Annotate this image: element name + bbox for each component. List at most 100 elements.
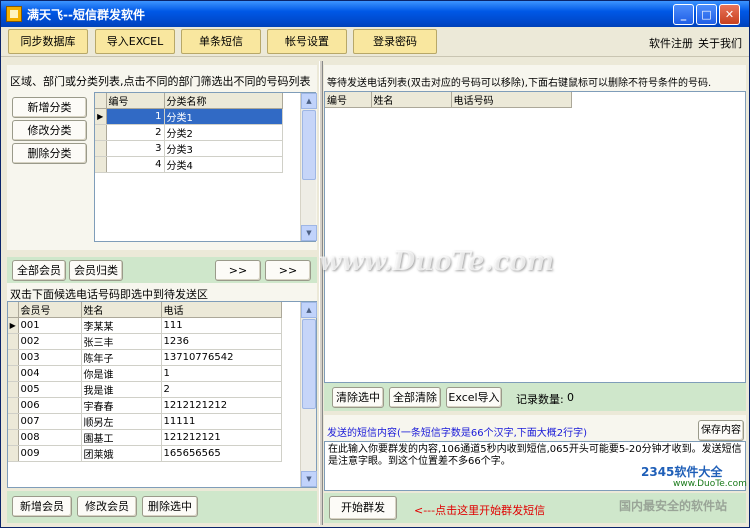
- scroll-up-icon[interactable]: ▲: [301, 93, 317, 109]
- table-row[interactable]: 007 顺另左 11111: [8, 413, 282, 430]
- brand-watermark: 2345软件大全: [641, 465, 723, 479]
- col-category-name[interactable]: 分类名称: [164, 93, 283, 109]
- excel-import-button[interactable]: Excel导入: [446, 387, 502, 408]
- save-content-button[interactable]: 保存内容: [698, 420, 744, 441]
- row-indicator: [95, 140, 107, 157]
- table-row[interactable]: 003 陈年子 13710776542: [8, 349, 282, 366]
- record-count-value: 0: [567, 391, 574, 404]
- start-send-button[interactable]: 开始群发: [329, 496, 397, 520]
- cell-phone: 1: [161, 365, 282, 382]
- row-indicator-header: [95, 93, 107, 109]
- cell-name: 我是谁: [81, 381, 162, 398]
- col-send-id[interactable]: 编号: [325, 92, 372, 108]
- scroll-thumb[interactable]: [302, 110, 316, 180]
- delete-category-button[interactable]: 删除分类: [12, 143, 87, 164]
- send-list-panel: 等待发送电话列表(双击对应的号码可以移除),下面右键鼠标可以删除不符号条件的号码…: [324, 65, 746, 383]
- cell-no: 005: [18, 381, 82, 398]
- col-send-phone[interactable]: 电话号码: [451, 92, 572, 108]
- panel-splitter[interactable]: [319, 61, 323, 525]
- sync-database-button[interactable]: 同步数据库: [8, 29, 88, 54]
- category-panel: 区域、部门或分类列表,点击不同的部门筛选出不同的号码列表 新增分类 修改分类 删…: [7, 65, 317, 250]
- cell-name: 宇春春: [81, 397, 162, 414]
- edit-member-button[interactable]: 修改会员: [77, 496, 137, 517]
- software-register-link[interactable]: 软件注册: [649, 35, 693, 51]
- send-list-grid[interactable]: 编号 姓名 电话号码: [324, 91, 746, 383]
- col-member-name[interactable]: 姓名: [81, 302, 162, 318]
- scroll-down-icon[interactable]: ▼: [301, 225, 317, 241]
- col-member-phone[interactable]: 电话: [161, 302, 282, 318]
- slogan-watermark: 国内最安全的软件站: [619, 499, 728, 513]
- table-row[interactable]: 2 分类2: [95, 124, 283, 141]
- minimize-button[interactable]: _: [673, 4, 694, 25]
- scroll-thumb[interactable]: [302, 319, 316, 409]
- cell-phone: 1212121212: [161, 397, 282, 414]
- clear-all-button[interactable]: 全部清除: [389, 387, 441, 408]
- app-icon: [6, 6, 22, 22]
- row-indicator-header: [8, 302, 19, 318]
- close-button[interactable]: ✕: [719, 4, 740, 25]
- title-bar[interactable]: 满天飞--短信群发软件 _ □ ✕: [1, 1, 749, 27]
- table-row[interactable]: 3 分类3: [95, 140, 283, 157]
- cell-phone: 11111: [161, 413, 282, 430]
- cell-name: 顺另左: [81, 413, 162, 430]
- cell-id: 4: [106, 156, 165, 173]
- cell-name: 園基工: [81, 429, 162, 446]
- row-indicator: [8, 429, 19, 446]
- cell-no: 006: [18, 397, 82, 414]
- category-header: 区域、部门或分类列表,点击不同的部门筛选出不同的号码列表: [10, 75, 311, 88]
- col-category-id[interactable]: 编号: [106, 93, 165, 109]
- login-password-button[interactable]: 登录密码: [353, 29, 437, 54]
- toolbar: 同步数据库 导入EXCEL 单条短信 帐号设置 登录密码 软件注册 关于我们: [1, 27, 749, 57]
- scroll-down-icon[interactable]: ▼: [301, 471, 317, 487]
- add-member-button[interactable]: 新增会员: [12, 496, 72, 517]
- col-send-name[interactable]: 姓名: [371, 92, 452, 108]
- cell-no: 009: [18, 445, 82, 462]
- edit-category-button[interactable]: 修改分类: [12, 120, 87, 141]
- brand-url-watermark: www.DuoTe.com: [673, 479, 747, 489]
- member-category-button[interactable]: 会员归类: [69, 260, 123, 281]
- category-grid[interactable]: 编号 分类名称 ▶ 1 分类1 2 分类2 3 分类3 4 分类4: [94, 92, 316, 242]
- cell-no: 002: [18, 333, 82, 350]
- category-scrollbar[interactable]: ▲ ▼: [300, 93, 317, 241]
- cell-name: 分类1: [164, 108, 283, 125]
- table-row[interactable]: 009 团莱娥 165656565: [8, 445, 282, 462]
- account-settings-button[interactable]: 帐号设置: [267, 29, 347, 54]
- row-indicator: [8, 365, 19, 382]
- row-indicator: [8, 413, 19, 430]
- members-grid[interactable]: 会员号 姓名 电话 ▶ 001 李某某 111 002 张三丰 1236 003 陈年子 13…: [7, 301, 317, 488]
- move-all-button[interactable]: >>: [265, 260, 311, 281]
- table-row[interactable]: ▶ 001 李某某 111: [8, 317, 282, 334]
- members-scrollbar[interactable]: ▲ ▼: [300, 302, 317, 487]
- col-member-no[interactable]: 会员号: [18, 302, 82, 318]
- cell-no: 008: [18, 429, 82, 446]
- cell-no: 003: [18, 349, 82, 366]
- scroll-up-icon[interactable]: ▲: [301, 302, 317, 318]
- member-edit-bar: 新增会员 修改会员 删除选中: [7, 491, 317, 523]
- cell-phone: 165656565: [161, 445, 282, 462]
- cell-name: 李某某: [81, 317, 162, 334]
- cell-name: 你是谁: [81, 365, 162, 382]
- move-selected-button[interactable]: >>: [215, 260, 261, 281]
- table-row[interactable]: 4 分类4: [95, 156, 283, 173]
- table-row[interactable]: 005 我是谁 2: [8, 381, 282, 398]
- import-excel-button[interactable]: 导入EXCEL: [95, 29, 175, 54]
- table-row[interactable]: 006 宇春春 1212121212: [8, 397, 282, 414]
- cell-phone: 111: [161, 317, 282, 334]
- cell-id: 1: [106, 108, 165, 125]
- maximize-button[interactable]: □: [696, 4, 717, 25]
- cell-id: 3: [106, 140, 165, 157]
- send-list-actions-bar: 清除选中 全部清除 Excel导入 记录数量: 0: [324, 383, 746, 411]
- clear-selected-button[interactable]: 清除选中: [332, 387, 384, 408]
- add-category-button[interactable]: 新增分类: [12, 97, 87, 118]
- single-sms-button[interactable]: 单条短信: [181, 29, 261, 54]
- about-us-link[interactable]: 关于我们: [698, 35, 742, 51]
- table-row[interactable]: 002 张三丰 1236: [8, 333, 282, 350]
- table-row[interactable]: 008 園基工 121212121: [8, 429, 282, 446]
- cell-phone: 13710776542: [161, 349, 282, 366]
- record-count-label: 记录数量:: [516, 393, 564, 406]
- members-panel: 双击下面候选电话号码即选中到待发送区 会员号 姓名 电话 ▶ 001 李某某 111 …: [7, 283, 317, 488]
- delete-selected-member-button[interactable]: 删除选中: [142, 496, 198, 517]
- table-row[interactable]: 004 你是谁 1: [8, 365, 282, 382]
- table-row[interactable]: ▶ 1 分类1: [95, 108, 283, 125]
- all-members-button[interactable]: 全部会员: [12, 260, 66, 281]
